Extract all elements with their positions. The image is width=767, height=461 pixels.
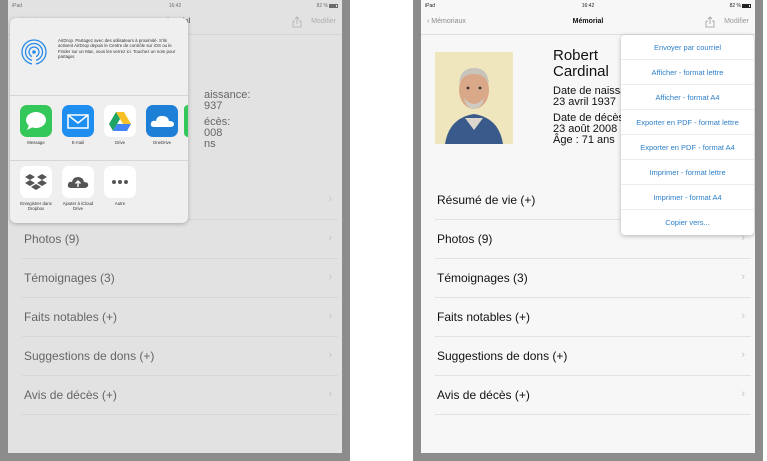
- airdrop-description: AirDrop. Partagez avec des utilisateurs …: [58, 38, 176, 59]
- dropbox-icon: [20, 166, 52, 198]
- list-item[interactable]: Suggestions de dons (+) ›: [435, 337, 751, 376]
- portrait-photo: [435, 52, 513, 144]
- list-item-label: Photos (9): [437, 232, 493, 246]
- list-item-label: Avis de décès (+): [437, 388, 530, 402]
- scroll-peek-app: [184, 105, 188, 137]
- nav-bar: ‹ Mémoriaux Mémorial Modifier: [421, 11, 755, 35]
- icloud-upload-icon: [62, 166, 94, 198]
- list-item[interactable]: Témoignages (3) ›: [435, 259, 751, 298]
- list-item[interactable]: Avis de décès (+) ›: [435, 376, 751, 415]
- app-label: Message: [27, 140, 45, 145]
- airdrop-icon: [21, 39, 47, 66]
- share-app-mail[interactable]: E-mail: [58, 105, 98, 145]
- menu-item-view-a4[interactable]: Afficher - format A4: [621, 85, 754, 110]
- airdrop-section[interactable]: AirDrop. Partagez avec des utilisateurs …: [10, 18, 188, 96]
- list-item-label: Résumé de vie (+): [437, 193, 536, 207]
- app-label: Enregistrer dans Dropbox: [20, 201, 52, 211]
- battery-percent: 82 %: [729, 3, 741, 9]
- list-item[interactable]: Faits notables (+) ›: [435, 298, 751, 337]
- more-icon: [104, 166, 136, 198]
- share-options-menu: Envoyer par courriel Afficher - format l…: [621, 35, 754, 235]
- status-time: 16:42: [581, 3, 595, 9]
- list-item-label: Suggestions de dons (+): [437, 349, 568, 363]
- mail-icon: [62, 105, 94, 137]
- chevron-right-icon: ›: [741, 271, 745, 283]
- right-screen: iPad 16:42 82 % ‹ Mémoriaux Mémorial Mod…: [421, 0, 755, 453]
- app-label: Autre: [114, 201, 126, 206]
- menu-item-print-letter[interactable]: Imprimer - format lettre: [621, 160, 754, 185]
- chevron-right-icon: ›: [741, 388, 745, 400]
- app-label: E-mail: [71, 140, 85, 145]
- last-name: Cardinal: [553, 63, 609, 80]
- chevron-right-icon: ›: [741, 310, 745, 322]
- share-app-messages[interactable]: Message: [16, 105, 56, 145]
- onedrive-icon: [146, 105, 178, 137]
- share-action-icloud[interactable]: Ajouter à iCloud Drive: [58, 166, 98, 211]
- status-bar: iPad 16:42 82 %: [421, 0, 755, 11]
- share-sheet: AirDrop. Partagez avec des utilisateurs …: [10, 18, 188, 223]
- share-apps-row: Message E-mail Drive OneDrive: [10, 96, 188, 161]
- menu-item-export-pdf-a4[interactable]: Exporter en PDF - format A4: [621, 135, 754, 160]
- chevron-right-icon: ›: [741, 349, 745, 361]
- share-app-drive[interactable]: Drive: [100, 105, 140, 145]
- share-app-onedrive[interactable]: OneDrive: [142, 105, 182, 145]
- google-drive-icon: [104, 105, 136, 137]
- menu-item-print-a4[interactable]: Imprimer - format A4: [621, 185, 754, 210]
- edit-button[interactable]: Modifier: [724, 18, 749, 25]
- battery-icon: [742, 3, 751, 8]
- app-label: Ajouter à iCloud Drive: [62, 201, 94, 211]
- messages-icon: [20, 105, 52, 137]
- person-name: Robert Cardinal: [553, 48, 609, 80]
- share-actions-row: Enregistrer dans Dropbox Ajouter à iClou…: [10, 163, 188, 223]
- menu-item-export-pdf-letter[interactable]: Exporter en PDF - format lettre: [621, 110, 754, 135]
- battery-status: 82 %: [730, 3, 751, 9]
- share-action-more[interactable]: Autre: [100, 166, 140, 206]
- list-item-label: Témoignages (3): [437, 271, 528, 285]
- share-action-dropbox[interactable]: Enregistrer dans Dropbox: [16, 166, 56, 211]
- first-name: Robert: [553, 47, 599, 64]
- left-screen: iPad 16:42 82 % Mémoriaux Mémorial Modif…: [8, 0, 342, 453]
- app-label: Drive: [114, 140, 126, 145]
- menu-item-email[interactable]: Envoyer par courriel: [621, 35, 754, 60]
- app-label: OneDrive: [152, 140, 172, 145]
- menu-item-view-letter[interactable]: Afficher - format lettre: [621, 60, 754, 85]
- menu-item-copy-to[interactable]: Copier vers...: [621, 210, 754, 235]
- share-icon[interactable]: [705, 16, 715, 28]
- list-item-label: Faits notables (+): [437, 310, 531, 324]
